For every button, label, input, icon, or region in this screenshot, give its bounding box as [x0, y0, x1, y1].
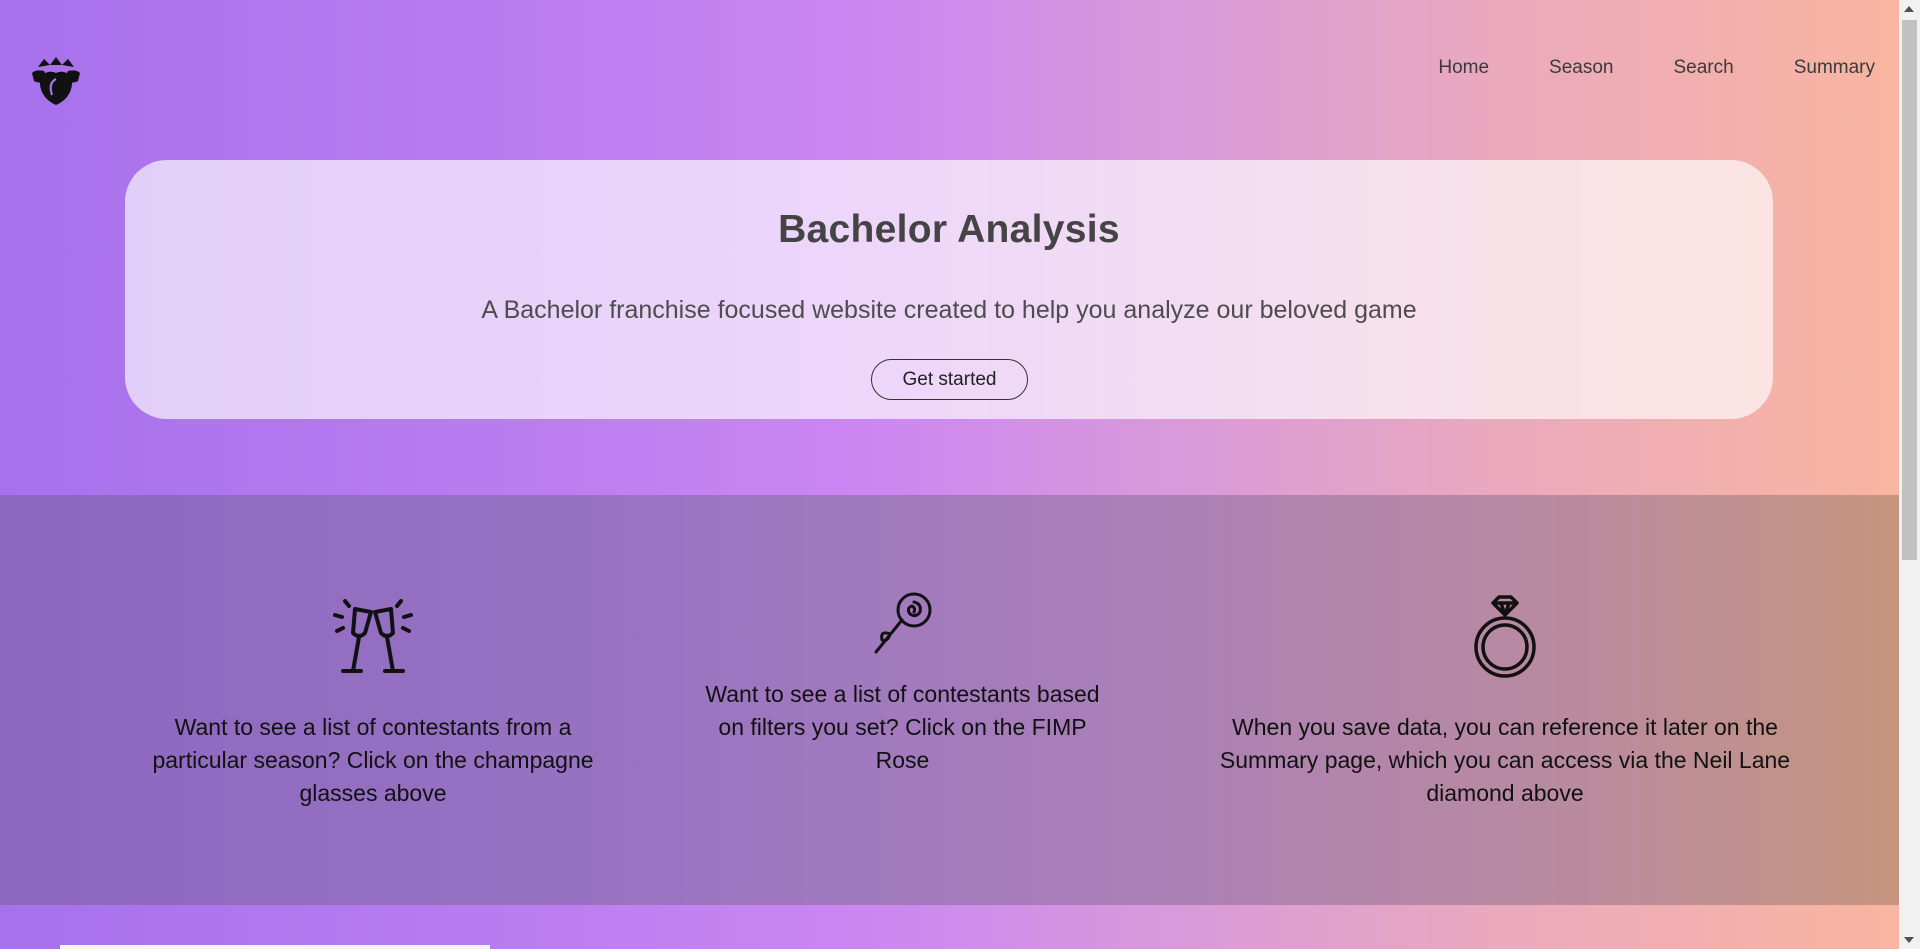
hero-card: Bachelor Analysis A Bachelor franchise f… [125, 160, 1773, 419]
hero-subtitle: A Bachelor franchise focused website cre… [481, 296, 1417, 324]
diamond-ring-icon[interactable] [1469, 595, 1541, 679]
feature-season: Want to see a list of contestants from a… [125, 595, 621, 810]
page: Home Season Search Summary Bachelor Anal… [0, 0, 1899, 949]
vertical-scrollbar[interactable] [1899, 0, 1920, 949]
champagne-glasses-icon[interactable] [331, 595, 415, 679]
site-header: Home Season Search Summary [0, 0, 1899, 140]
scroll-down-arrow-icon[interactable] [1904, 937, 1914, 943]
features-band: Want to see a list of contestants from a… [0, 495, 1899, 905]
get-started-button[interactable]: Get started [871, 359, 1028, 400]
feature-search-text: Want to see a list of contestants based … [705, 681, 1100, 773]
nav-search[interactable]: Search [1674, 56, 1734, 80]
rose-icon[interactable] [870, 590, 936, 656]
feature-summary: When you save data, you can reference it… [1180, 595, 1830, 810]
nav-home[interactable]: Home [1438, 56, 1489, 80]
scroll-up-arrow-icon[interactable] [1904, 6, 1914, 12]
feature-season-text: Want to see a list of contestants from a… [152, 714, 594, 806]
scrollbar-thumb[interactable] [1902, 20, 1917, 560]
feature-summary-text: When you save data, you can reference it… [1219, 714, 1791, 806]
feature-search: Want to see a list of contestants based … [700, 590, 1105, 777]
nav-season[interactable]: Season [1549, 56, 1613, 80]
footer-edge [60, 945, 490, 949]
main-nav: Home Season Search Summary [1378, 56, 1875, 80]
rose-logo-icon[interactable] [30, 55, 82, 107]
nav-summary[interactable]: Summary [1794, 56, 1875, 80]
page-title: Bachelor Analysis [778, 208, 1120, 251]
